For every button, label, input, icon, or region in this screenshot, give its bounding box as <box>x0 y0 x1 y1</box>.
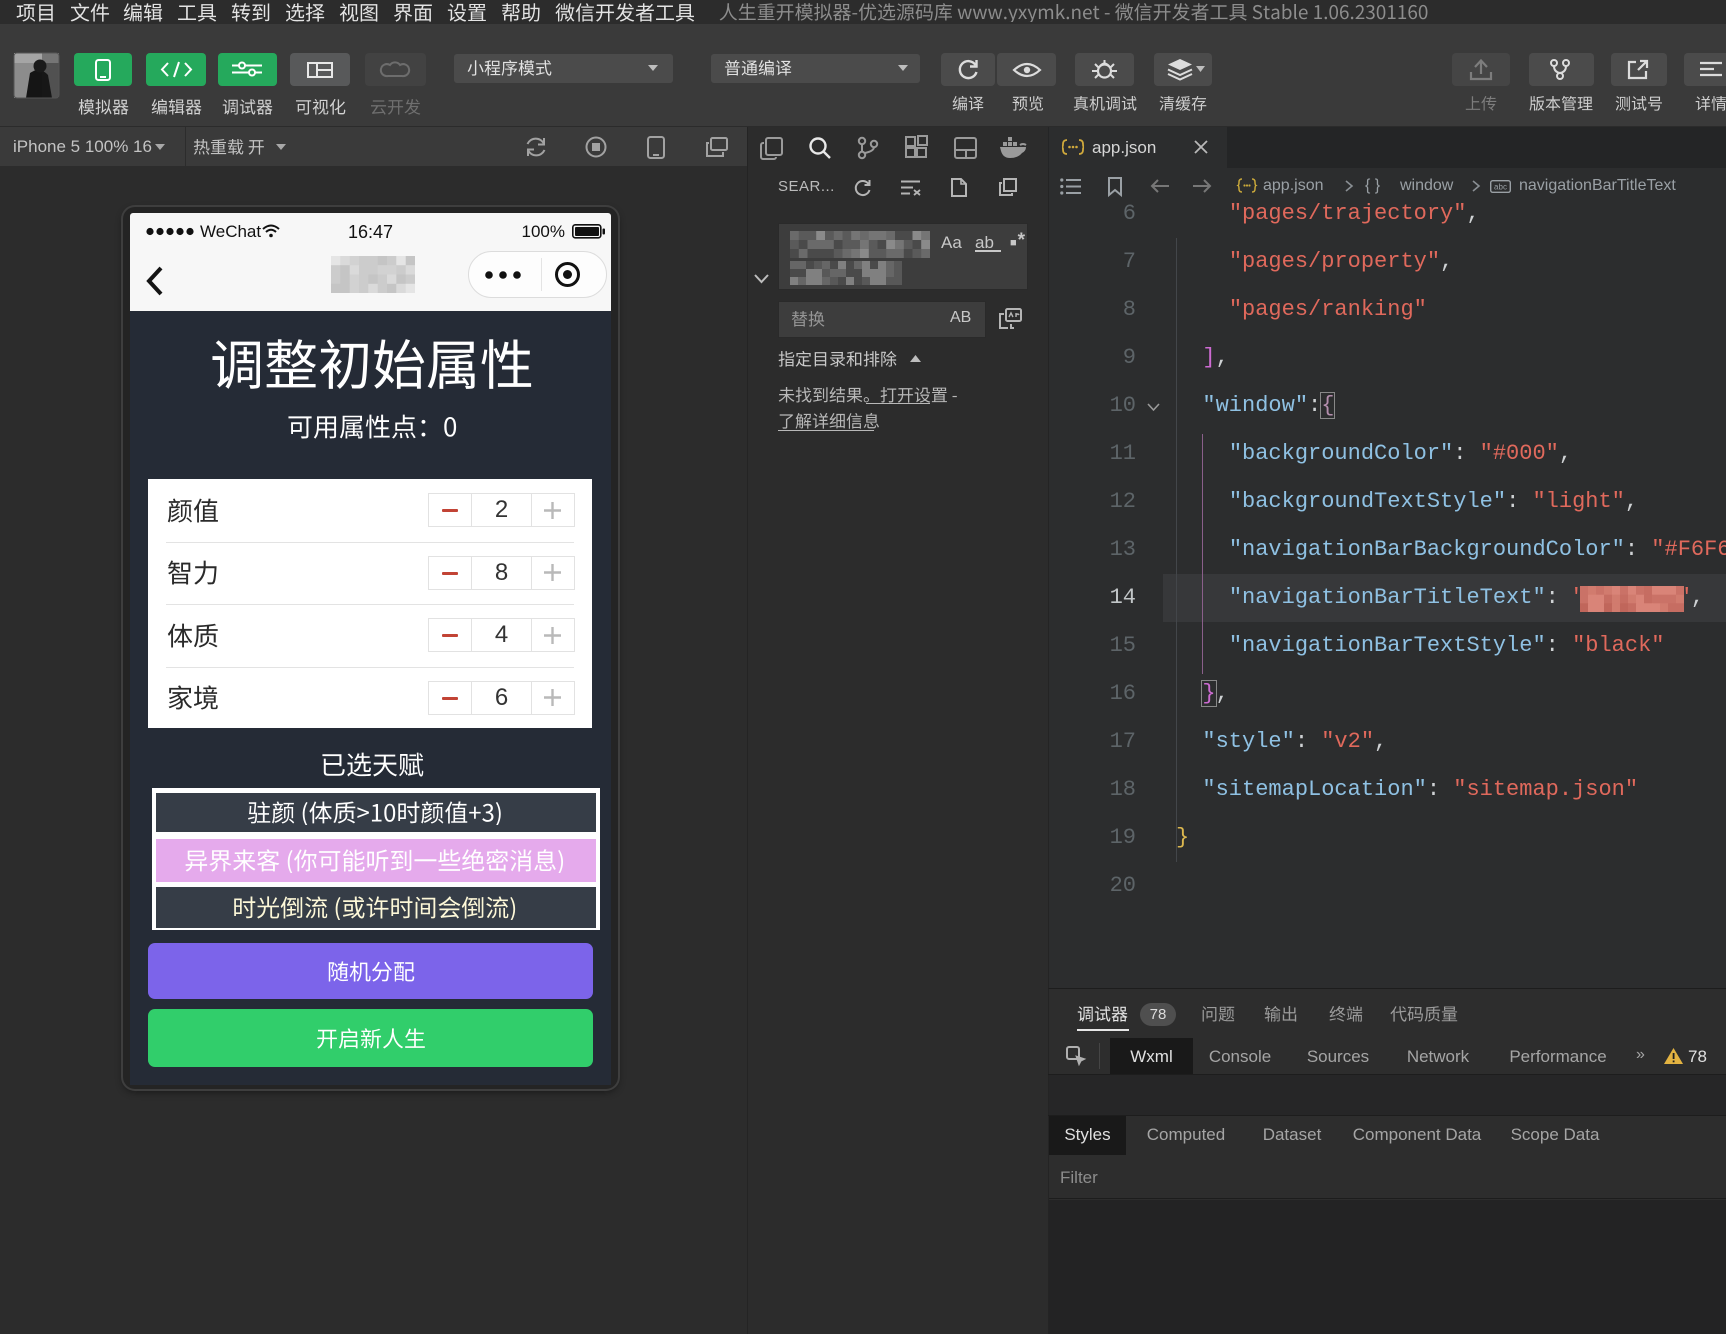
svg-text:abc: abc <box>1494 183 1507 192</box>
